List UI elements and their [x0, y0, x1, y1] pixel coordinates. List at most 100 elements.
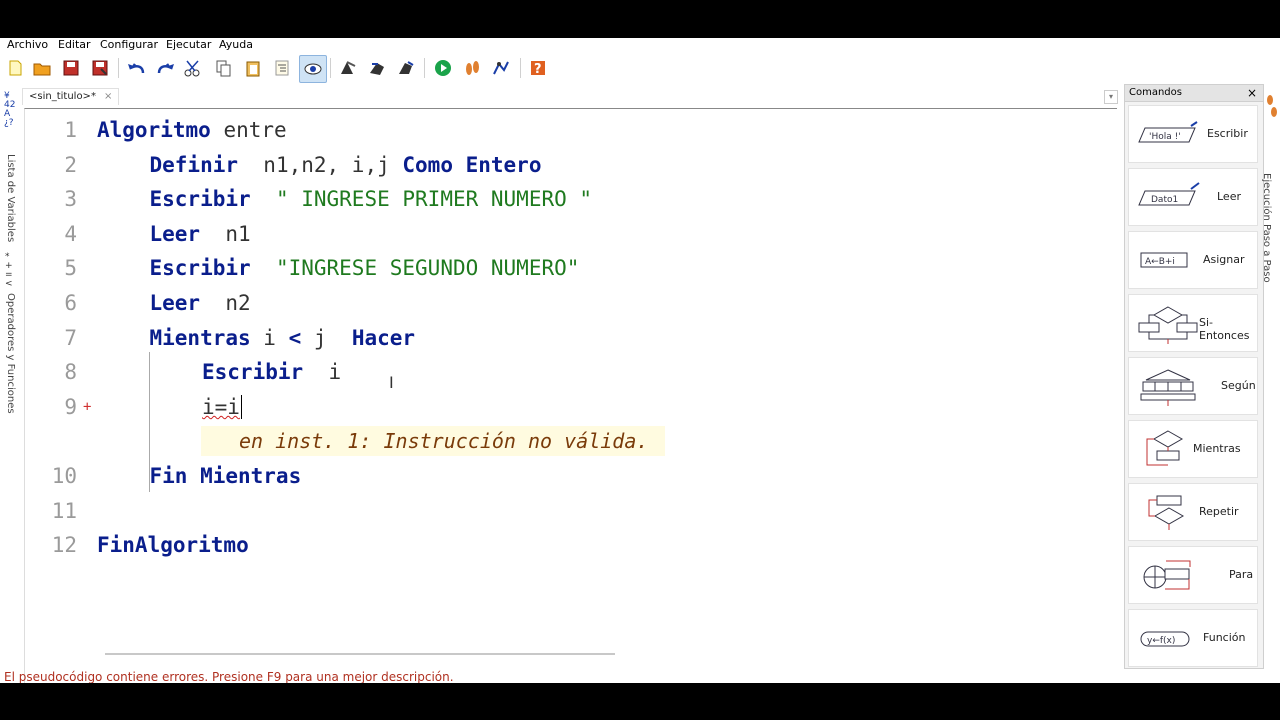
commands-panel: Comandos × 'Hola !' Escribir Dato1 Leer A←B+… — [1124, 84, 1264, 669]
code-line[interactable]: 3 Escribir " INGRESE PRIMER NUMERO " — [25, 182, 1115, 216]
command-leer[interactable]: Dato1 Leer — [1128, 168, 1258, 226]
code-line[interactable]: 11 — [25, 494, 1115, 528]
keyword-token: Como Entero — [402, 152, 542, 177]
code-line[interactable]: 5 Escribir "INGRESE SEGUNDO NUMERO" — [25, 251, 1115, 285]
code-line[interactable]: 2 Definir n1,n2, i,j Como Entero — [25, 148, 1115, 182]
code-line[interactable]: 7 Mientras i < j Hacer — [25, 321, 1115, 355]
line-number: 2 — [64, 152, 77, 177]
command-label: Leer — [1217, 190, 1241, 203]
inline-error-message: en inst. 1: Instrucción no válida. — [201, 426, 665, 457]
editor-tab-bar: <sin_titulo>* × ▾ — [22, 86, 1118, 106]
run-icon[interactable] — [432, 57, 454, 79]
command-si-entonces[interactable]: Si-Entonces — [1128, 294, 1258, 352]
new-file-icon[interactable] — [4, 57, 26, 79]
svg-text:?: ? — [534, 62, 542, 77]
copy-icon[interactable] — [212, 57, 234, 79]
save-icon[interactable] — [60, 57, 82, 79]
tab-title: <sin_titulo>* — [29, 91, 96, 102]
identifier-token: entre — [210, 118, 287, 142]
line-number: 9 — [64, 394, 77, 419]
keyword-token: Escribir — [149, 256, 251, 281]
code-line[interactable]: 12 FinAlgoritmo — [25, 528, 1115, 562]
code-line[interactable]: 6 Leer n2 — [25, 286, 1115, 320]
flowchart-icon[interactable] — [337, 57, 359, 79]
command-funcion[interactable]: y←f(x) Función — [1128, 609, 1258, 667]
code-line[interactable]: 4 Leer n1 — [25, 217, 1115, 251]
convert-icon[interactable] — [395, 57, 417, 79]
identifier-token — [251, 187, 276, 211]
command-label: Asignar — [1203, 253, 1245, 266]
save-as-icon[interactable] — [89, 57, 111, 79]
variables-icon[interactable]: ¥42 A ¿? — [4, 92, 15, 128]
identifier-token: n1,n2, i,j — [238, 152, 403, 177]
paste-icon[interactable] — [242, 57, 264, 79]
horizontal-scrollbar[interactable] — [105, 653, 615, 655]
line-number: 11 — [51, 498, 77, 523]
repetir-icon — [1135, 492, 1201, 534]
step-by-step-tab[interactable]: Ejecución Paso a Paso — [1261, 173, 1272, 283]
string-token: " INGRESE PRIMER NUMERO " — [275, 187, 593, 212]
keyword-token: Algoritmo — [97, 118, 211, 142]
command-mientras[interactable]: Mientras — [1128, 420, 1258, 478]
menu-configurar[interactable]: Configurar — [100, 38, 158, 52]
code-line[interactable]: 10 Fin Mientras — [25, 459, 1115, 493]
code-text: Escribir "INGRESE SEGUNDO NUMERO" — [150, 251, 580, 285]
toolbar-separator — [520, 58, 521, 78]
line-number: 3 — [64, 187, 77, 212]
command-label: Escribir — [1207, 127, 1248, 140]
command-escribir[interactable]: 'Hola !' Escribir — [1128, 105, 1258, 163]
menu-ayuda[interactable]: Ayuda — [219, 38, 253, 52]
code-line[interactable]: 9 + i=i — [25, 390, 1115, 424]
step-by-step-icon[interactable] — [1266, 92, 1278, 122]
code-text: Algoritmo entre — [97, 113, 287, 147]
close-icon[interactable]: × — [1247, 85, 1257, 101]
code-text: Definir n1,n2, i,j Como Entero — [150, 148, 542, 182]
menu-bar: Archivo Editar Configurar Ejecutar Ayuda — [0, 38, 1280, 52]
indent-icon[interactable] — [271, 57, 293, 79]
code-line[interactable]: 1 Algoritmo entre — [25, 113, 1115, 147]
step-by-step-icon[interactable] — [461, 57, 483, 79]
find-icon[interactable] — [299, 55, 327, 83]
keyword-token: Leer — [149, 291, 201, 315]
toolbar-separator — [330, 58, 331, 78]
keyword-token: FinAlgoritmo — [97, 533, 249, 558]
draw-flowchart-icon[interactable] — [490, 57, 512, 79]
chevron-down-icon[interactable]: ▾ — [1104, 90, 1118, 104]
pseint-window: Archivo Editar Configurar Ejecutar Ayuda — [0, 38, 1280, 683]
menu-archivo[interactable]: Archivo — [7, 38, 48, 52]
keyword-token: < — [288, 325, 302, 350]
menu-editar[interactable]: Editar — [58, 38, 91, 52]
tab-sin-titulo[interactable]: <sin_titulo>* × — [22, 88, 120, 105]
svg-text:Dato1: Dato1 — [1151, 195, 1178, 205]
toolbar-separator — [118, 58, 119, 78]
segun-icon — [1135, 366, 1201, 408]
redo-icon[interactable] — [154, 57, 176, 79]
menu-ejecutar[interactable]: Ejecutar — [166, 38, 211, 52]
open-folder-icon[interactable] — [31, 57, 53, 79]
keyword-token: Leer — [149, 221, 201, 246]
variables-list-tab[interactable]: Lista de Variables — [5, 154, 16, 242]
toolbar-separator — [424, 58, 425, 78]
operators-icon[interactable]: * + = < — [5, 253, 13, 289]
keyword-token: Definir — [149, 152, 239, 177]
undo-icon[interactable] — [126, 57, 148, 79]
command-asignar[interactable]: A←B+i Asignar — [1128, 231, 1258, 289]
command-para[interactable]: Para — [1128, 546, 1258, 604]
cut-icon[interactable] — [182, 57, 204, 79]
code-editor[interactable]: I 1 Algoritmo entre 2 Definir n1,n2, i,j Co… — [24, 108, 1117, 683]
code-line[interactable]: 8 Escribir i — [25, 355, 1115, 389]
operators-functions-tab[interactable]: Operadores y Funciones — [5, 293, 16, 414]
identifier-token — [251, 256, 276, 280]
svg-text:A←B+i: A←B+i — [1145, 257, 1175, 267]
close-icon[interactable]: × — [104, 91, 112, 102]
para-icon — [1135, 555, 1201, 597]
export-icon[interactable] — [366, 57, 388, 79]
command-label: Mientras — [1193, 442, 1241, 455]
command-segun[interactable]: Según — [1128, 357, 1258, 415]
help-icon[interactable]: ? — [527, 57, 549, 79]
command-repetir[interactable]: Repetir — [1128, 483, 1258, 541]
line-number: 7 — [64, 325, 77, 350]
code-text: Leer n2 — [150, 286, 251, 320]
string-token: "INGRESE SEGUNDO NUMERO" — [275, 256, 580, 281]
toolbar: ? — [0, 54, 1280, 84]
